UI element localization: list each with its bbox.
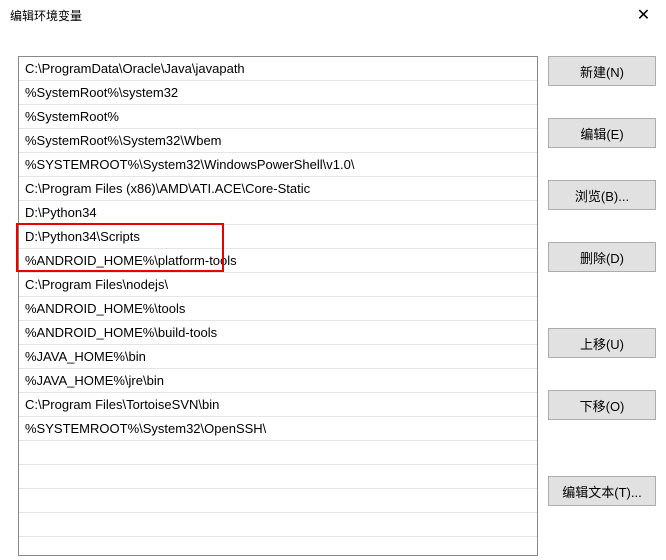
list-item[interactable]: %JAVA_HOME%\bin	[19, 345, 537, 369]
list-item[interactable]	[19, 489, 537, 513]
list-item[interactable]: C:\Program Files (x86)\AMD\ATI.ACE\Core-…	[19, 177, 537, 201]
list-item[interactable]	[19, 513, 537, 537]
spacer	[548, 428, 656, 452]
spacer	[548, 304, 656, 328]
list-item[interactable]: C:\Program Files\nodejs\	[19, 273, 537, 297]
list-item[interactable]: %SYSTEMROOT%\System32\OpenSSH\	[19, 417, 537, 441]
list-item[interactable]: D:\Python34	[19, 201, 537, 225]
content-area: C:\ProgramData\Oracle\Java\javapath %Sys…	[0, 30, 666, 560]
delete-button[interactable]: 删除(D)	[548, 242, 656, 272]
spacer	[548, 94, 656, 118]
list-item[interactable]	[19, 465, 537, 489]
list-item[interactable]: D:\Python34\Scripts	[19, 225, 537, 249]
list-item[interactable]	[19, 441, 537, 465]
edit-button[interactable]: 编辑(E)	[548, 118, 656, 148]
moveup-button[interactable]: 上移(U)	[548, 328, 656, 358]
new-button[interactable]: 新建(N)	[548, 56, 656, 86]
list-item[interactable]: C:\Program Files\TortoiseSVN\bin	[19, 393, 537, 417]
spacer	[548, 452, 656, 476]
button-column: 新建(N) 编辑(E) 浏览(B)... 删除(D) 上移(U) 下移(O) 编…	[548, 30, 656, 560]
spacer	[548, 156, 656, 180]
list-item[interactable]: %ANDROID_HOME%\build-tools	[19, 321, 537, 345]
spacer	[548, 366, 656, 390]
titlebar: 编辑环境变量 ✕	[0, 0, 666, 30]
list-item[interactable]: %SystemRoot%	[19, 105, 537, 129]
edittext-button[interactable]: 编辑文本(T)...	[548, 476, 656, 506]
browse-button[interactable]: 浏览(B)...	[548, 180, 656, 210]
close-icon[interactable]: ✕	[621, 0, 666, 30]
list-item[interactable]: %SystemRoot%\system32	[19, 81, 537, 105]
movedown-button[interactable]: 下移(O)	[548, 390, 656, 420]
list-item[interactable]: %SYSTEMROOT%\System32\WindowsPowerShell\…	[19, 153, 537, 177]
list-item[interactable]: %SystemRoot%\System32\Wbem	[19, 129, 537, 153]
window-title: 编辑环境变量	[10, 7, 82, 24]
spacer	[548, 280, 656, 304]
path-listbox[interactable]: C:\ProgramData\Oracle\Java\javapath %Sys…	[18, 56, 538, 556]
list-item[interactable]: %ANDROID_HOME%\platform-tools	[19, 249, 537, 273]
list-item[interactable]: C:\ProgramData\Oracle\Java\javapath	[19, 57, 537, 81]
list-item[interactable]: %JAVA_HOME%\jre\bin	[19, 369, 537, 393]
spacer	[548, 218, 656, 242]
list-item[interactable]: %ANDROID_HOME%\tools	[19, 297, 537, 321]
